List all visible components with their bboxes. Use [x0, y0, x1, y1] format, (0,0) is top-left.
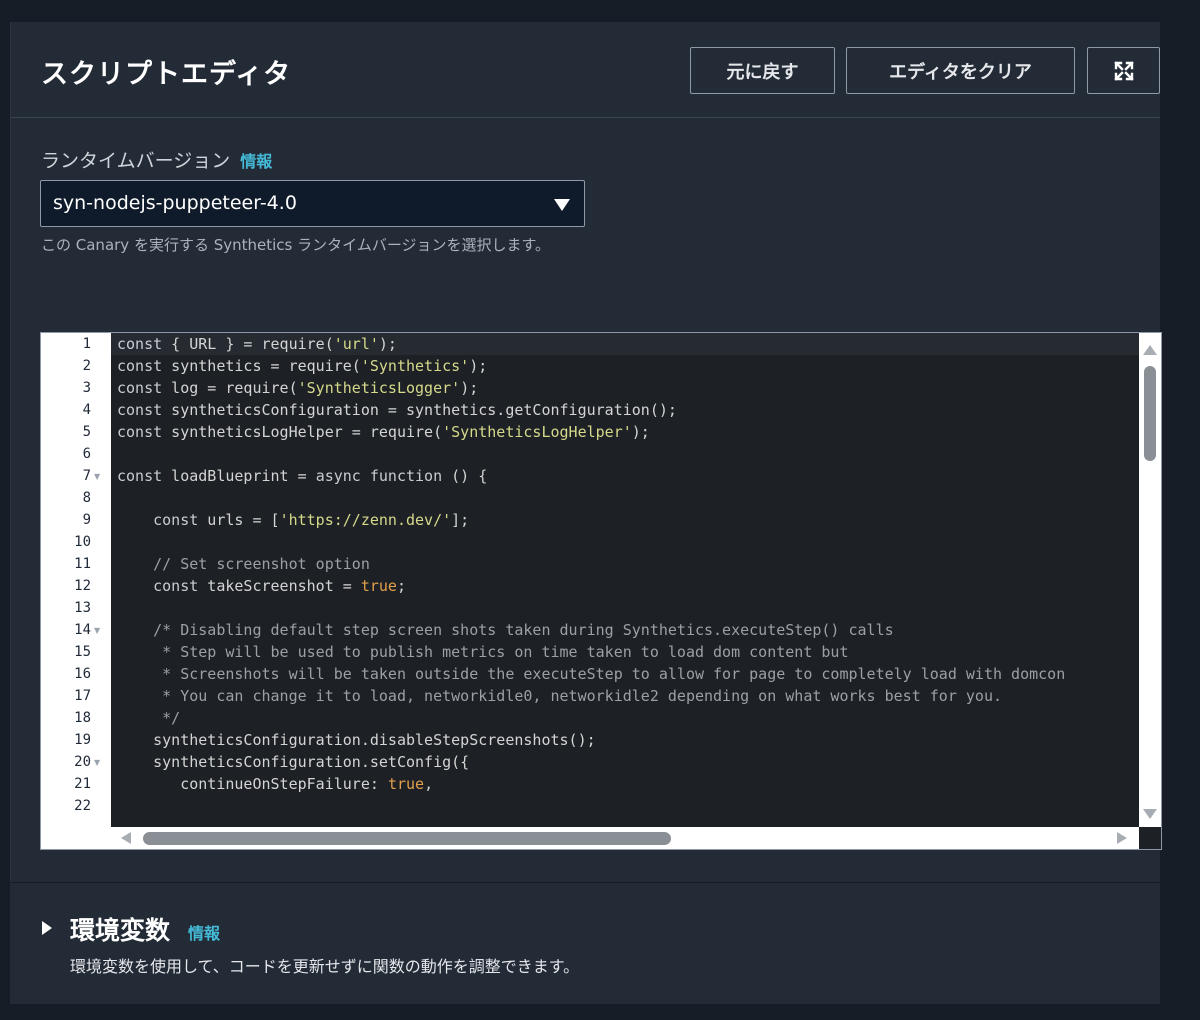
runtime-version-label: ランタイムバージョン 情報	[41, 146, 272, 173]
clear-editor-button[interactable]: エディタをクリア	[846, 47, 1075, 94]
code-line[interactable]: const takeScreenshot = true;	[117, 577, 406, 595]
line-number: 16	[74, 666, 91, 682]
line-number: 18	[74, 710, 91, 726]
code-line[interactable]: * Step will be used to publish metrics o…	[117, 643, 848, 661]
environment-variables-section: 環境変数 情報 環境変数を使用して、コードを更新せずに関数の動作を調整できます。	[10, 882, 1160, 1004]
scroll-right-icon[interactable]	[1117, 832, 1127, 844]
script-editor-panel: スクリプトエディタ 元に戻す エディタをクリア ランタイムバージョン 情報 syn…	[10, 22, 1162, 882]
fold-toggle-icon[interactable]: ▼	[94, 472, 100, 481]
line-number: 3	[82, 380, 91, 396]
env-section-description: 環境変数を使用して、コードを更新せずに関数の動作を調整できます。	[70, 957, 580, 976]
code-line[interactable]: * You can change it to load, networkidle…	[117, 687, 1002, 705]
scroll-down-icon[interactable]	[1143, 809, 1157, 819]
panel-header: スクリプトエディタ 元に戻す エディタをクリア	[11, 22, 1160, 118]
line-number: 9	[82, 512, 91, 528]
code-line[interactable]: // Set screenshot option	[117, 555, 370, 573]
scroll-left-icon[interactable]	[121, 832, 131, 844]
line-number: 8	[82, 490, 91, 506]
env-section-title[interactable]: 環境変数	[70, 911, 170, 947]
vertical-scroll-thumb[interactable]	[1144, 366, 1156, 461]
runtime-info-link[interactable]: 情報	[240, 152, 272, 171]
code-line[interactable]: const loadBlueprint = async function () …	[117, 467, 487, 485]
code-line[interactable]: const syntheticsLogHelper = require('Syn…	[117, 423, 650, 441]
code-line[interactable]: syntheticsConfiguration.disableStepScree…	[117, 731, 596, 749]
env-info-link[interactable]: 情報	[188, 920, 220, 944]
horizontal-scroll-thumb[interactable]	[143, 832, 671, 845]
line-number: 13	[74, 600, 91, 616]
line-number: 12	[74, 578, 91, 594]
fullscreen-button[interactable]	[1087, 47, 1160, 94]
code-line[interactable]: continueOnStepFailure: true,	[117, 775, 433, 793]
undo-button[interactable]: 元に戻す	[690, 47, 835, 94]
line-number: 21	[74, 776, 91, 792]
code-line[interactable]: * Screenshots will be taken outside the …	[117, 665, 1065, 683]
runtime-version-select[interactable]: syn-nodejs-puppeteer-4.0	[40, 180, 585, 227]
runtime-version-label-text: ランタイムバージョン	[41, 150, 231, 172]
code-editor[interactable]: 1 2 3 4 5 6 7 ▼ 8 9 10 11 12 13 14 ▼ 15 16 17 18 19 20 ▼ 21 22 c…	[40, 332, 1162, 850]
line-number: 14	[74, 622, 91, 638]
code-line[interactable]: const { URL } = require('url');	[117, 335, 397, 353]
code-line[interactable]: */	[117, 709, 180, 727]
line-number: 17	[74, 688, 91, 704]
line-number: 11	[74, 556, 91, 572]
line-number: 20	[74, 754, 91, 770]
line-number: 6	[82, 446, 91, 462]
line-number: 2	[82, 358, 91, 374]
code-line[interactable]: /* Disabling default step screen shots t…	[117, 621, 894, 639]
line-number-gutter: 1 2 3 4 5 6 7 ▼ 8 9 10 11 12 13 14 ▼ 15 16 17 18 19 20 ▼ 21 22	[41, 333, 111, 849]
line-number: 19	[74, 732, 91, 748]
line-number: 4	[82, 402, 91, 418]
code-line[interactable]: const urls = ['https://zenn.dev/'];	[117, 511, 469, 529]
fold-toggle-icon[interactable]: ▼	[94, 626, 100, 635]
code-line[interactable]: const log = require('SyntheticsLogger');	[117, 379, 478, 397]
vertical-scrollbar[interactable]	[1139, 333, 1161, 827]
scroll-up-icon[interactable]	[1143, 345, 1157, 355]
code-area[interactable]: const { URL } = require('url'); const syn…	[111, 333, 1139, 827]
line-number: 22	[74, 798, 91, 814]
runtime-hint: この Canary を実行する Synthetics ランタイムバージョンを選択…	[41, 236, 551, 254]
code-line[interactable]: const synthetics = require('Synthetics')…	[117, 357, 487, 375]
scrollbar-corner	[1139, 827, 1161, 849]
code-line[interactable]: const syntheticsConfiguration = syntheti…	[117, 401, 677, 419]
line-number: 7	[82, 468, 91, 484]
line-number: 10	[74, 534, 91, 550]
line-number: 5	[82, 424, 91, 440]
fold-toggle-icon[interactable]: ▼	[94, 758, 100, 767]
code-line[interactable]: syntheticsConfiguration.setConfig({	[117, 753, 469, 771]
runtime-version-value: syn-nodejs-puppeteer-4.0	[53, 192, 297, 214]
expand-icon	[1113, 60, 1134, 81]
page-title: スクリプトエディタ	[41, 59, 292, 90]
line-number: 1	[82, 336, 91, 352]
caret-down-icon	[554, 199, 570, 211]
horizontal-scrollbar[interactable]	[111, 827, 1139, 849]
line-number: 15	[74, 644, 91, 660]
caret-right-icon[interactable]	[42, 921, 52, 935]
